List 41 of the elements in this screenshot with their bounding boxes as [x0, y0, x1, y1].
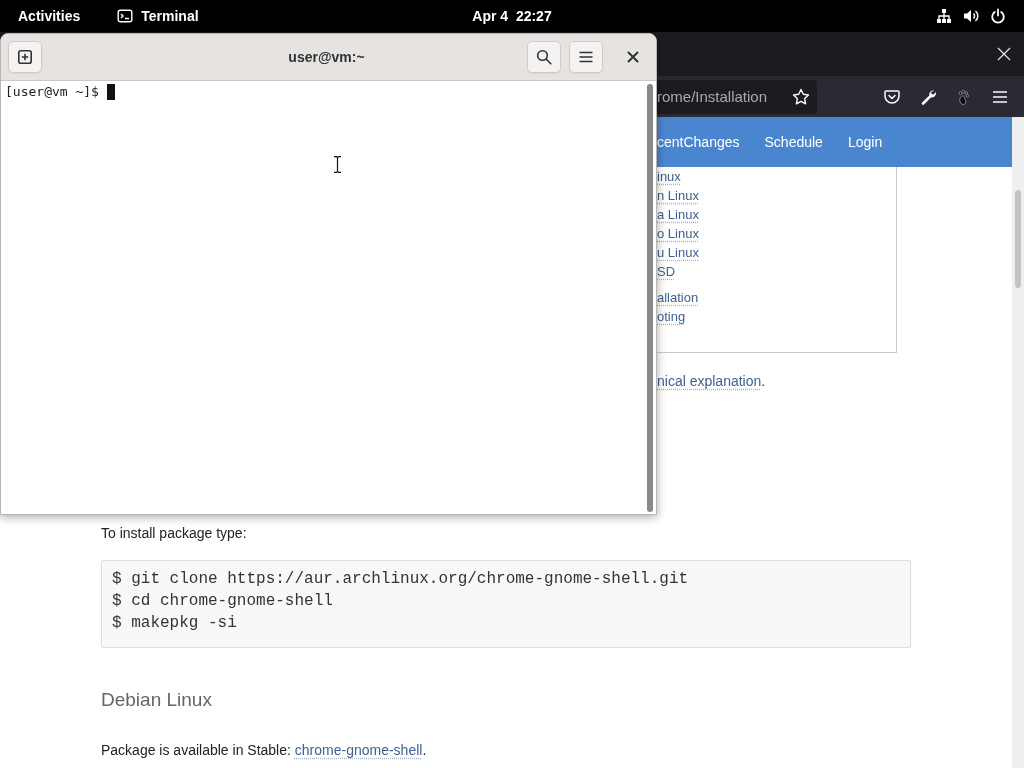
nav-link[interactable]: Schedule — [764, 133, 823, 151]
nav-link[interactable]: centChanges — [657, 133, 740, 151]
volume-icon[interactable] — [963, 8, 979, 24]
toc-link[interactable]: oting — [657, 307, 686, 326]
scrollbar-thumb[interactable] — [1015, 190, 1021, 288]
terminal-screen[interactable]: [user@vm ~]$ — [1, 81, 644, 514]
block-cursor-icon — [106, 84, 115, 100]
search-icon — [536, 49, 552, 65]
paragraph-text: nical explanation. — [657, 372, 766, 391]
page-scrollbar[interactable] — [1012, 117, 1024, 768]
close-icon — [627, 51, 639, 63]
new-tab-icon — [17, 49, 33, 65]
scrollbar-thumb[interactable] — [647, 84, 653, 512]
clock-button[interactable]: Apr 4 22:27 — [472, 6, 552, 26]
paragraph-text: Package is available in Stable: chrome-gnome-shell. — [101, 741, 427, 760]
network-icon[interactable] — [936, 8, 952, 24]
toc-link[interactable]: o Linux — [657, 224, 699, 243]
menu-icon — [578, 49, 594, 65]
terminal-prompt: [user@vm ~]$ — [5, 84, 99, 100]
instruction-text: To install package type: — [101, 524, 247, 543]
toc-link[interactable]: inux — [657, 167, 681, 186]
section-heading: Debian Linux — [101, 688, 212, 712]
toc-link[interactable]: allation — [657, 288, 699, 307]
close-icon[interactable] — [996, 46, 1012, 62]
power-icon[interactable] — [990, 8, 1006, 24]
code-block: $ git clone https://aur.archlinux.org/chrome-gnome-shell.git $ cd chrome-gnome-shell $ makepkg -si — [101, 560, 911, 648]
ibeam-cursor-icon — [333, 156, 342, 173]
app-menu-button[interactable]: Terminal — [117, 6, 199, 26]
new-tab-button[interactable] — [8, 41, 42, 73]
search-button[interactable] — [527, 41, 561, 73]
terminal-app-icon — [117, 8, 134, 24]
menu-button[interactable] — [569, 41, 603, 73]
toc-link[interactable]: n Linux — [657, 186, 699, 205]
toc-link[interactable]: SD — [657, 262, 676, 281]
nav-link[interactable]: Login — [847, 133, 883, 151]
toc-link[interactable]: u Linux — [657, 243, 699, 262]
address-field[interactable]: rome/Installation — [657, 79, 817, 114]
bookmark-star-icon[interactable] — [792, 87, 810, 106]
toc-link[interactable]: a Linux — [657, 205, 699, 224]
activities-button[interactable]: Activities — [18, 6, 81, 26]
window-title: user@vm:~ — [288, 49, 365, 65]
